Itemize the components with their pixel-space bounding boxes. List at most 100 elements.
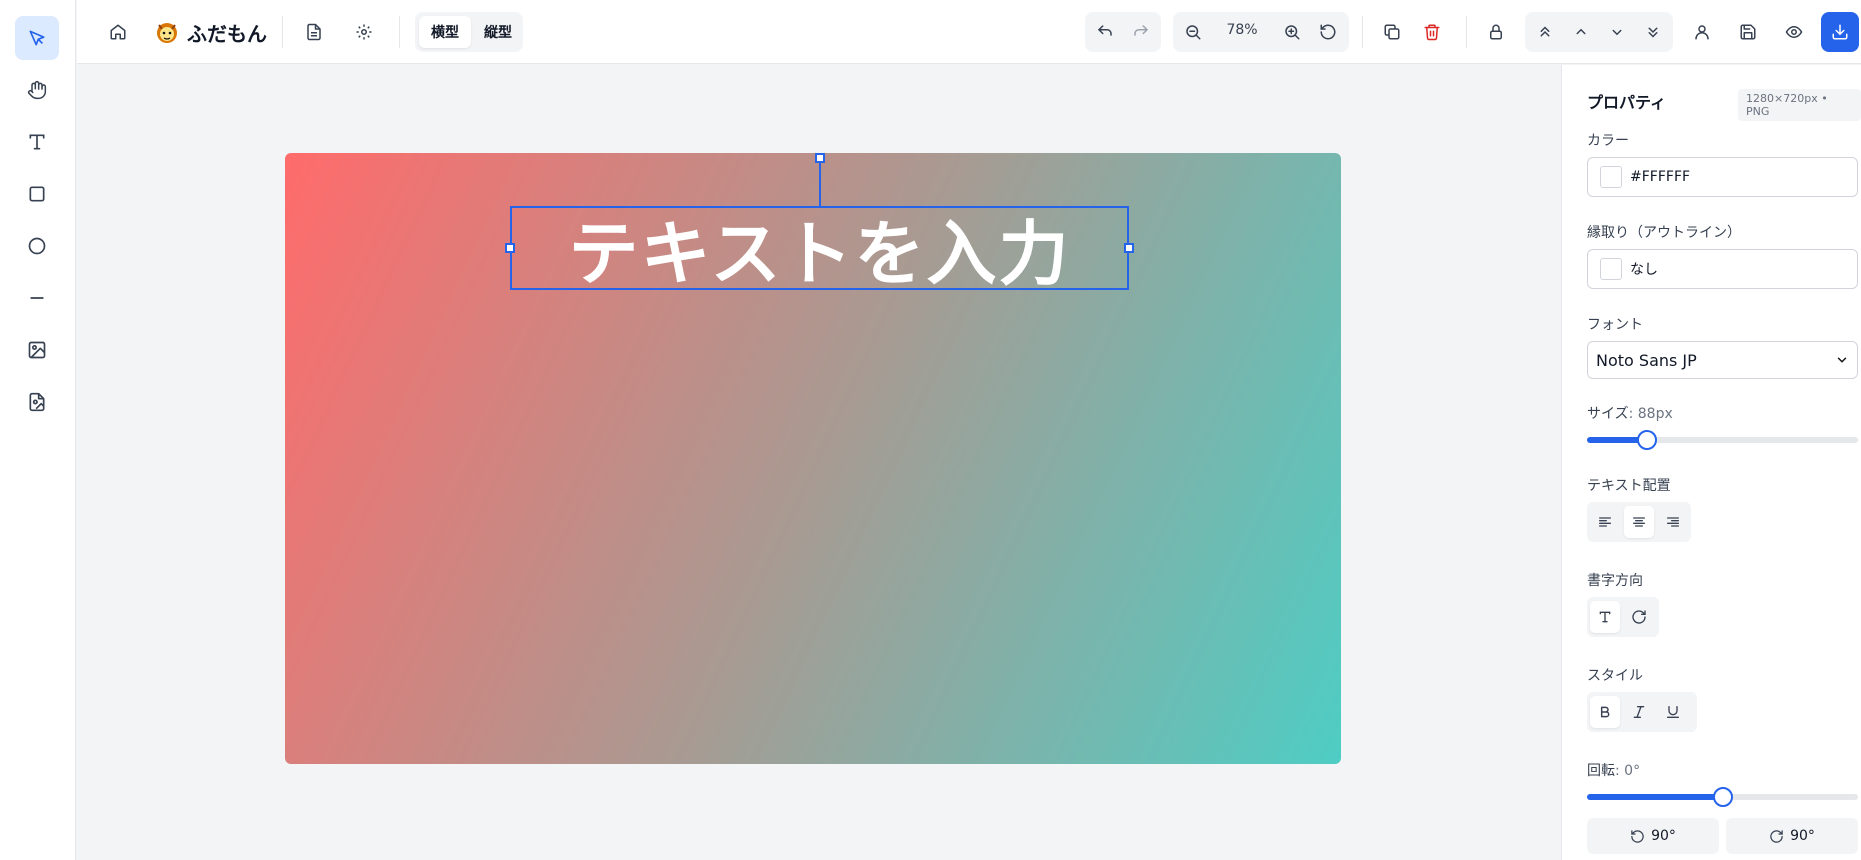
tool-rail xyxy=(0,0,76,860)
cursor-arrow-icon xyxy=(29,30,45,46)
send-backward-button[interactable] xyxy=(1599,12,1635,52)
undo-icon xyxy=(1097,25,1112,36)
rotate-left-label: 90° xyxy=(1651,828,1676,844)
settings-button[interactable] xyxy=(346,12,382,52)
align-left-icon xyxy=(1599,517,1611,527)
duplicate-button[interactable] xyxy=(1374,12,1410,52)
circle-icon xyxy=(28,237,46,255)
lock-button[interactable] xyxy=(1478,12,1514,52)
canvas-size-badge: 1280×720px • PNG xyxy=(1738,89,1861,121)
mascot-icon xyxy=(157,23,177,43)
zoom-in-icon xyxy=(1285,25,1300,40)
save-button[interactable] xyxy=(1730,12,1766,52)
panel-title: プロパティ xyxy=(1587,93,1667,112)
resize-handle-left[interactable] xyxy=(505,243,515,253)
bring-forward-button[interactable] xyxy=(1563,12,1599,52)
select-tool-button[interactable] xyxy=(15,16,59,60)
rotation-slider-thumb[interactable] xyxy=(1712,787,1733,807)
reset-zoom-button[interactable] xyxy=(1310,12,1346,52)
redo-button[interactable] xyxy=(1123,12,1159,52)
zoom-in-button[interactable] xyxy=(1274,12,1310,52)
minus-line-icon xyxy=(30,297,44,299)
rotate-cw-icon xyxy=(1632,610,1646,624)
top-toolbar: ふだもん 横型 縦型 78% xyxy=(77,0,1861,64)
gear-icon xyxy=(356,24,372,40)
chevron-up-icon xyxy=(1576,28,1586,35)
writing-direction-label: 書字方向 xyxy=(1587,573,1643,589)
zoom-level: 78% xyxy=(1226,22,1258,38)
document-button[interactable] xyxy=(296,12,332,52)
user-button[interactable] xyxy=(1684,12,1720,52)
rotation-slider[interactable] xyxy=(1587,787,1858,807)
line-tool-button[interactable] xyxy=(15,276,59,320)
size-slider-thumb[interactable] xyxy=(1636,430,1657,450)
rotate-right-label: 90° xyxy=(1790,828,1815,844)
chevrons-up-icon xyxy=(1540,26,1550,37)
redo-icon xyxy=(1134,25,1149,36)
underline-button[interactable] xyxy=(1658,696,1688,728)
rotation-value: : 0° xyxy=(1615,763,1641,779)
writing-direction-group xyxy=(1587,597,1659,637)
color-swatch[interactable] xyxy=(1600,166,1622,188)
divider xyxy=(1362,16,1363,48)
align-center-button[interactable] xyxy=(1624,506,1654,538)
lock-icon xyxy=(1490,24,1502,40)
rotation-handle[interactable] xyxy=(815,153,825,163)
rotate-ccw-icon xyxy=(1631,829,1644,843)
landscape-button[interactable]: 横型 xyxy=(419,16,471,48)
delete-button[interactable] xyxy=(1414,12,1450,52)
align-right-button[interactable] xyxy=(1658,506,1688,538)
design-canvas[interactable]: テキストを入力 xyxy=(285,153,1341,764)
portrait-button[interactable]: 縦型 xyxy=(472,16,524,48)
copy-icon xyxy=(1384,24,1400,40)
reset-rotate-icon xyxy=(1320,24,1336,40)
size-label: サイズ: 88px xyxy=(1587,403,1673,423)
undo-button[interactable] xyxy=(1087,12,1123,52)
send-to-back-button[interactable] xyxy=(1635,12,1671,52)
bold-button[interactable] xyxy=(1590,696,1620,728)
rotate-cw-icon xyxy=(1770,829,1783,843)
font-select[interactable]: Noto Sans JP xyxy=(1587,341,1858,379)
image-tool-button[interactable] xyxy=(15,328,59,372)
bold-icon xyxy=(1600,706,1610,718)
bring-to-front-button[interactable] xyxy=(1527,12,1563,52)
download-button[interactable] xyxy=(1821,12,1859,52)
vertical-writing-button[interactable] xyxy=(1624,601,1654,633)
divider xyxy=(282,16,283,48)
selection-box xyxy=(510,206,1129,290)
size-label-text: サイズ xyxy=(1587,406,1629,422)
rotate-left-90-button[interactable]: 90° xyxy=(1587,818,1719,854)
square-icon xyxy=(29,186,45,202)
hand-tool-button[interactable] xyxy=(15,68,59,112)
image-file-tool-button[interactable] xyxy=(15,380,59,424)
align-left-button[interactable] xyxy=(1590,506,1620,538)
chevron-down-icon xyxy=(1612,29,1622,36)
underline-icon xyxy=(1667,706,1679,718)
outline-field[interactable]: なし xyxy=(1587,249,1858,289)
resize-handle-right[interactable] xyxy=(1124,243,1134,253)
home-icon xyxy=(110,24,126,40)
zoom-out-button[interactable] xyxy=(1175,12,1211,52)
color-field[interactable]: #FFFFFF xyxy=(1587,157,1858,197)
hand-icon xyxy=(27,80,47,100)
size-slider[interactable] xyxy=(1587,430,1858,450)
horizontal-writing-button[interactable] xyxy=(1590,601,1620,633)
outline-swatch[interactable] xyxy=(1600,258,1622,280)
italic-button[interactable] xyxy=(1624,696,1654,728)
rotation-label-text: 回転 xyxy=(1587,763,1615,779)
preview-button[interactable] xyxy=(1776,12,1812,52)
circle-tool-button[interactable] xyxy=(15,224,59,268)
rectangle-tool-button[interactable] xyxy=(15,172,59,216)
rotate-right-90-button[interactable]: 90° xyxy=(1726,818,1858,854)
download-icon xyxy=(1832,24,1848,40)
divider xyxy=(399,16,400,48)
document-icon xyxy=(307,23,321,41)
home-button[interactable] xyxy=(100,12,136,52)
zoom-out-icon xyxy=(1186,25,1201,40)
font-label: フォント xyxy=(1587,317,1643,333)
trash-icon xyxy=(1424,24,1440,41)
text-t-icon xyxy=(1599,611,1611,623)
text-tool-button[interactable] xyxy=(15,120,59,164)
outline-value: なし xyxy=(1630,262,1658,278)
save-icon xyxy=(1740,24,1756,40)
